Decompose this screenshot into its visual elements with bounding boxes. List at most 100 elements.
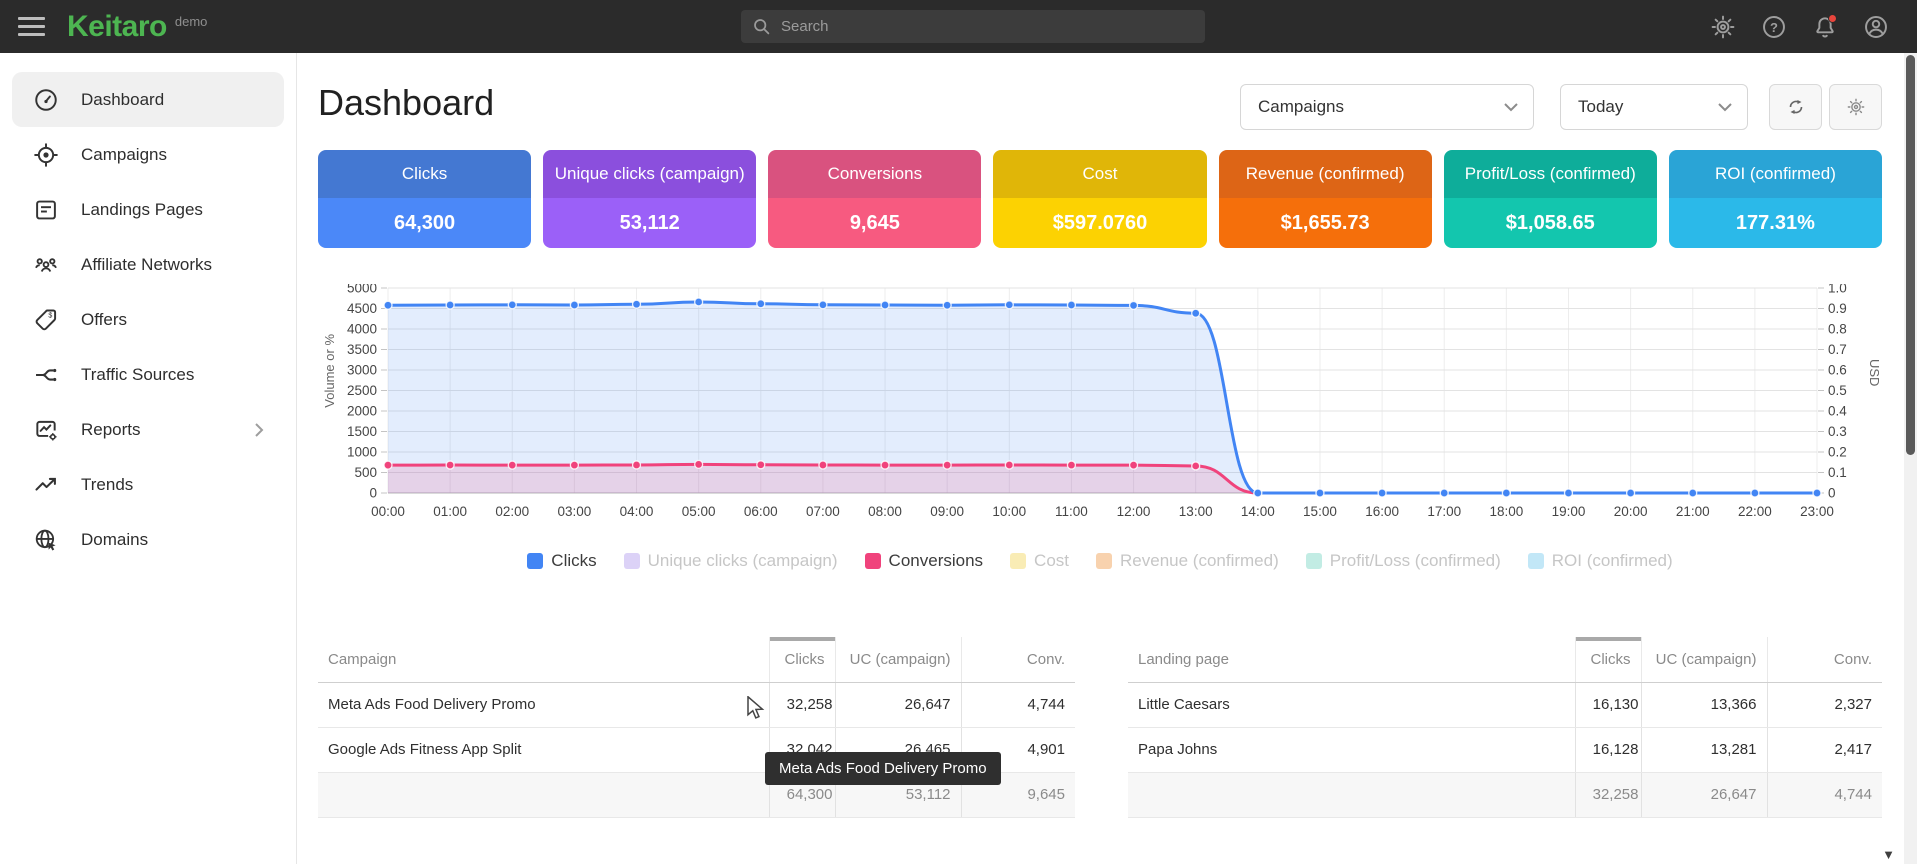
uc-value: 26,647 bbox=[835, 682, 961, 727]
campaigns-filter-value: Campaigns bbox=[1258, 97, 1344, 117]
stat-card-label: Profit/Loss (confirmed) bbox=[1465, 164, 1636, 184]
right-axis-label: USD bbox=[1867, 359, 1882, 386]
svg-text:5000: 5000 bbox=[347, 284, 377, 296]
landing-page-name[interactable]: Papa Johns bbox=[1128, 727, 1575, 772]
dashboard-icon bbox=[33, 87, 59, 113]
sidebar-item-traffic-sources[interactable]: Traffic Sources bbox=[12, 347, 284, 402]
sidebar-item-label: Landings Pages bbox=[81, 200, 203, 220]
sidebar-item-label: Campaigns bbox=[81, 145, 167, 165]
refresh-button[interactable] bbox=[1769, 84, 1822, 130]
trends-icon bbox=[33, 472, 59, 498]
landing-page-name[interactable]: Little Caesars bbox=[1128, 682, 1575, 727]
settings-icon[interactable] bbox=[1710, 14, 1736, 40]
dashboard-settings-button[interactable] bbox=[1829, 84, 1882, 130]
legend-item-cost[interactable]: Cost bbox=[1010, 551, 1069, 571]
account-icon[interactable] bbox=[1863, 14, 1889, 40]
campaigns-filter-select[interactable]: Campaigns bbox=[1240, 84, 1534, 130]
sidebar-item-campaigns[interactable]: Campaigns bbox=[12, 127, 284, 182]
legend-item-revenue[interactable]: Revenue (confirmed) bbox=[1096, 551, 1279, 571]
legend-item-conversions[interactable]: Conversions bbox=[865, 551, 984, 571]
clicks-value: 32,258 bbox=[769, 682, 835, 727]
svg-text:0.2: 0.2 bbox=[1828, 445, 1847, 460]
table-total-row: 32,258 26,647 4,744 bbox=[1128, 772, 1882, 817]
campaign-name[interactable]: Google Ads Fitness App Split bbox=[318, 727, 769, 772]
column-header-uc-campaign[interactable]: UC (campaign) bbox=[1641, 637, 1767, 682]
landing-pages-table: Landing page Clicks UC (campaign) Conv. … bbox=[1128, 637, 1882, 818]
sidebar-item-dashboard[interactable]: Dashboard bbox=[12, 72, 284, 127]
svg-text:500: 500 bbox=[354, 465, 377, 480]
page-title: Dashboard bbox=[318, 82, 494, 124]
legend-label: Unique clicks (campaign) bbox=[648, 551, 838, 571]
legend-label: ROI (confirmed) bbox=[1552, 551, 1673, 571]
sidebar-item-label: Reports bbox=[81, 420, 141, 440]
column-header-conv[interactable]: Conv. bbox=[1767, 637, 1882, 682]
stat-card-profit-loss: Profit/Loss (confirmed) $1,058.65 bbox=[1444, 150, 1657, 248]
column-header-clicks[interactable]: Clicks bbox=[1575, 637, 1641, 682]
notifications-bell-icon[interactable] bbox=[1812, 14, 1838, 40]
stat-cards-row: Clicks 64,300 Unique clicks (campaign) 5… bbox=[318, 150, 1882, 248]
sidebar-item-affiliate-networks[interactable]: Affiliate Networks bbox=[12, 237, 284, 292]
search-input[interactable] bbox=[781, 18, 1205, 35]
sidebar-item-label: Domains bbox=[81, 530, 148, 550]
table-row: Little Caesars 16,130 13,366 2,327 bbox=[1128, 682, 1882, 727]
sidebar-item-label: Affiliate Networks bbox=[81, 255, 212, 275]
svg-text:16:00: 16:00 bbox=[1365, 504, 1399, 519]
stat-card-label: Cost bbox=[1083, 164, 1118, 184]
svg-text:09:00: 09:00 bbox=[930, 504, 964, 519]
help-icon[interactable]: ? bbox=[1761, 14, 1787, 40]
sidebar-item-domains[interactable]: Domains bbox=[12, 512, 284, 567]
column-header-uc-campaign[interactable]: UC (campaign) bbox=[835, 637, 961, 682]
legend-label: Conversions bbox=[889, 551, 984, 571]
stat-card-label: Conversions bbox=[828, 164, 923, 184]
stat-card-unique-clicks: Unique clicks (campaign) 53,112 bbox=[543, 150, 756, 248]
sidebar-item-label: Traffic Sources bbox=[81, 365, 194, 385]
mouse-cursor bbox=[746, 696, 768, 720]
keitaro-logo[interactable]: Keitaro bbox=[67, 10, 167, 44]
chart-legend: Clicks Unique clicks (campaign) Conversi… bbox=[318, 551, 1882, 571]
column-header-clicks[interactable]: Clicks bbox=[769, 637, 835, 682]
svg-text:$: $ bbox=[48, 312, 52, 319]
svg-text:2000: 2000 bbox=[347, 404, 377, 419]
column-header-conv[interactable]: Conv. bbox=[961, 637, 1075, 682]
stat-card-label: ROI (confirmed) bbox=[1715, 164, 1836, 184]
legend-swatch bbox=[1306, 553, 1322, 569]
svg-text:00:00: 00:00 bbox=[371, 504, 405, 519]
svg-text:06:00: 06:00 bbox=[744, 504, 778, 519]
legend-swatch bbox=[1096, 553, 1112, 569]
topbar-icons: ? bbox=[1710, 0, 1889, 53]
keitaro-dashboard-page: Keitaro demo bbox=[0, 0, 1917, 864]
affiliate-networks-icon bbox=[33, 252, 59, 278]
sidebar-item-reports[interactable]: Reports bbox=[12, 402, 284, 457]
svg-text:17:00: 17:00 bbox=[1427, 504, 1461, 519]
svg-text:1000: 1000 bbox=[347, 445, 377, 460]
legend-item-unique-clicks[interactable]: Unique clicks (campaign) bbox=[624, 551, 838, 571]
svg-text:12:00: 12:00 bbox=[1117, 504, 1151, 519]
svg-text:0.9: 0.9 bbox=[1828, 301, 1847, 316]
clicks-total: 32,258 bbox=[1575, 772, 1641, 817]
search-icon bbox=[752, 17, 771, 36]
sidebar-item-offers[interactable]: $ Offers bbox=[12, 292, 284, 347]
conv-total: 4,744 bbox=[1767, 772, 1882, 817]
date-range-select[interactable]: Today bbox=[1560, 84, 1748, 130]
stat-card-revenue: Revenue (confirmed) $1,655.73 bbox=[1219, 150, 1432, 248]
hamburger-menu-icon[interactable] bbox=[18, 17, 45, 36]
campaign-name[interactable]: Meta Ads Food Delivery Promo bbox=[318, 682, 769, 727]
stat-card-value: $597.0760 bbox=[1053, 212, 1148, 235]
svg-text:14:00: 14:00 bbox=[1241, 504, 1275, 519]
sidebar-item-landings-pages[interactable]: Landings Pages bbox=[12, 182, 284, 237]
column-header-landing-page[interactable]: Landing page bbox=[1128, 637, 1575, 682]
clicks-value: 16,128 bbox=[1575, 727, 1641, 772]
scroll-down-arrow[interactable]: ▼ bbox=[1882, 847, 1895, 862]
svg-text:04:00: 04:00 bbox=[620, 504, 654, 519]
legend-item-roi[interactable]: ROI (confirmed) bbox=[1528, 551, 1673, 571]
legend-item-clicks[interactable]: Clicks bbox=[527, 551, 596, 571]
reports-icon bbox=[33, 417, 59, 443]
stat-card-conversions: Conversions 9,645 bbox=[768, 150, 981, 248]
scrollbar-thumb[interactable] bbox=[1906, 55, 1915, 455]
svg-text:22:00: 22:00 bbox=[1738, 504, 1772, 519]
legend-item-profit-loss[interactable]: Profit/Loss (confirmed) bbox=[1306, 551, 1501, 571]
column-header-campaign[interactable]: Campaign bbox=[318, 637, 769, 682]
sidebar-item-trends[interactable]: Trends bbox=[12, 457, 284, 512]
svg-text:02:00: 02:00 bbox=[495, 504, 529, 519]
stat-card-value: $1,655.73 bbox=[1281, 212, 1370, 235]
